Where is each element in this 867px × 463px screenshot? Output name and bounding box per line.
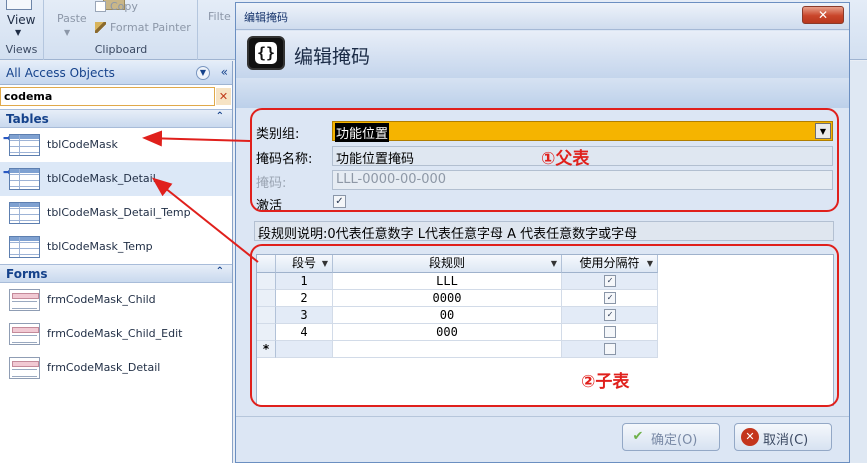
- nav-item-tblcodemask-temp[interactable]: tblCodeMask_Temp: [0, 230, 232, 264]
- form-icon: [9, 323, 40, 345]
- table-icon: [9, 236, 40, 258]
- nav-item-label: tblCodeMask_Temp: [47, 240, 153, 253]
- nav-item-label: tblCodeMask: [47, 138, 118, 151]
- format-painter-label: Format Painter: [110, 21, 191, 34]
- filter-button[interactable]: Filte: [208, 10, 231, 23]
- paste-dropdown-icon[interactable]: ▼: [64, 28, 70, 37]
- table-icon: [9, 168, 40, 190]
- table-icon: [9, 134, 40, 156]
- nav-item-frmcodemask-child-edit[interactable]: frmCodeMask_Child_Edit: [0, 317, 232, 351]
- nav-pane-title: All Access Objects: [6, 66, 115, 80]
- nav-item-tblcodemask[interactable]: ➡ tblCodeMask: [0, 128, 232, 162]
- dialog-footer: ✔ 确定(O) ✕ 取消(C): [236, 416, 849, 462]
- tables-section-label: Tables: [6, 112, 49, 126]
- format-painter-button[interactable]: Format Painter: [95, 21, 191, 34]
- nav-search-input[interactable]: codema: [0, 87, 215, 106]
- checkmark-icon: ✔: [632, 429, 644, 444]
- clipboard-group-label: Clipboard: [94, 43, 148, 56]
- parent-table-annotation: ①父表: [541, 149, 590, 169]
- nav-item-tblcodemask-detail[interactable]: ➡ tblCodeMask_Detail: [0, 162, 232, 196]
- view-dropdown-icon[interactable]: ▼: [15, 28, 21, 37]
- close-button[interactable]: ✕: [802, 6, 844, 24]
- forms-section-label: Forms: [6, 267, 48, 281]
- forms-section-header[interactable]: Forms ⌃: [0, 264, 232, 283]
- dialog-header: {} 编辑掩码: [236, 31, 849, 78]
- section-collapse-icon[interactable]: ⌃: [216, 111, 224, 122]
- nav-item-frmcodemask-detail[interactable]: frmCodeMask_Detail: [0, 351, 232, 385]
- ok-button-label: 确定(O): [651, 433, 698, 448]
- child-table-annotation: ②子表: [581, 372, 630, 392]
- ok-button[interactable]: ✔ 确定(O): [622, 423, 720, 451]
- format-painter-icon: [95, 22, 106, 33]
- copy-icon: [95, 1, 106, 12]
- dialog-window-title: 编辑掩码: [244, 11, 288, 24]
- nav-item-label: tblCodeMask_Detail_Temp: [47, 206, 191, 219]
- nav-item-label: tblCodeMask_Detail: [47, 172, 156, 185]
- header-separator: [236, 78, 849, 108]
- nav-item-tblcodemask-detail-temp[interactable]: tblCodeMask_Detail_Temp: [0, 196, 232, 230]
- dialog-titlebar[interactable]: 编辑掩码 ✕: [236, 3, 849, 30]
- cancel-button[interactable]: ✕ 取消(C): [734, 423, 832, 451]
- view-icon[interactable]: [6, 0, 32, 10]
- nav-item-label: frmCodeMask_Child: [47, 293, 156, 306]
- views-group-label: Views: [5, 43, 38, 56]
- view-button[interactable]: View: [7, 13, 35, 27]
- form-icon: [9, 357, 40, 379]
- collapse-pane-icon[interactable]: «: [221, 65, 228, 79]
- tables-section-header[interactable]: Tables ⌃: [0, 109, 232, 128]
- clipboard-group: Paste ▼ Copy Format Painter Clipboard: [45, 0, 198, 60]
- nav-item-label: frmCodeMask_Child_Edit: [47, 327, 183, 340]
- code-braces-icon: {}: [247, 36, 285, 70]
- nav-pane-header[interactable]: All Access Objects ▼ «: [0, 61, 232, 85]
- nav-item-label: frmCodeMask_Detail: [47, 361, 161, 374]
- nav-item-frmcodemask-child[interactable]: frmCodeMask_Child: [0, 283, 232, 317]
- form-icon: [9, 289, 40, 311]
- copy-button[interactable]: Copy: [95, 0, 138, 13]
- dialog-heading: 编辑掩码: [294, 46, 371, 68]
- child-table-highlight: [250, 244, 839, 407]
- paste-button[interactable]: Paste: [57, 12, 87, 25]
- section-collapse-icon[interactable]: ⌃: [216, 266, 224, 277]
- chevron-down-icon[interactable]: ▼: [196, 66, 210, 80]
- navigation-pane: All Access Objects ▼ « codema ✕ Tables ⌃…: [0, 61, 233, 463]
- table-icon: [9, 202, 40, 224]
- clear-search-icon[interactable]: ✕: [216, 88, 231, 105]
- views-group: View ▼ Views: [0, 0, 44, 60]
- cancel-icon: ✕: [741, 428, 759, 446]
- copy-label: Copy: [110, 0, 138, 13]
- cancel-button-label: 取消(C): [763, 433, 809, 448]
- rule-note: 段规则说明:0代表任意数字 L代表任意字母 A 代表任意数字或字母: [254, 221, 834, 242]
